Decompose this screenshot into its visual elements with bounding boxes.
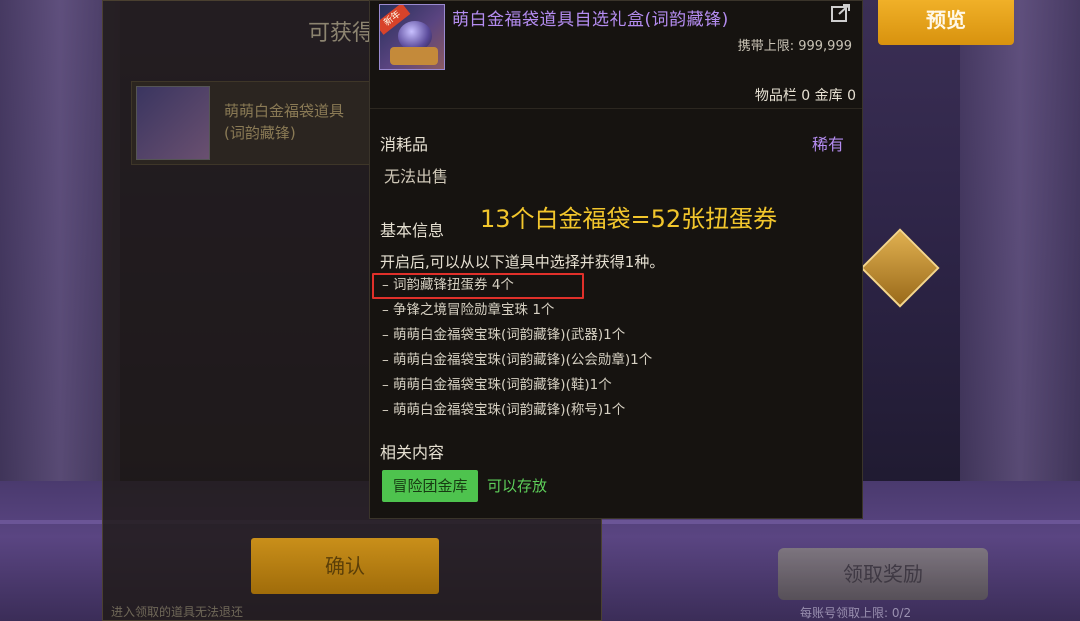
list-item: – 争锋之境冒险勋章宝珠 1个	[382, 302, 555, 318]
related-heading: 相关内容	[380, 443, 445, 462]
dialog-footnote: 进入领取的道具无法退还	[111, 605, 244, 619]
account-vault-tag[interactable]: 冒险团金库	[382, 470, 478, 502]
list-item: – 萌萌白金福袋宝珠(词韵藏锋)(鞋)1个	[382, 377, 612, 393]
external-link-icon[interactable]	[828, 3, 854, 25]
claim-limit-note: 每账号领取上限: 0/2	[800, 606, 912, 620]
reward-item-thumbnail-icon	[136, 86, 210, 160]
item-description: 开启后,可以从以下道具中选择并获得1种。	[380, 253, 665, 271]
tooltip-header: 新年 萌白金福袋道具自选礼盒(词韵藏锋) 携带上限: 999,999 物品栏 0…	[370, 1, 862, 109]
item-type: 消耗品	[380, 135, 429, 154]
list-item: – 萌萌白金福袋宝珠(词韵藏锋)(公会勋章)1个	[382, 352, 653, 368]
list-item: – 萌萌白金福袋宝珠(词韵藏锋)(称号)1个	[382, 402, 626, 418]
claim-reward-button[interactable]: 领取奖励	[778, 548, 988, 600]
preview-button[interactable]: 预览	[878, 0, 1014, 45]
confirm-button[interactable]: 确认	[251, 538, 439, 594]
exchange-annotation: 13个白金福袋=52张扭蛋券	[480, 205, 778, 233]
trade-status: 无法出售	[384, 167, 449, 186]
item-rarity: 稀有	[811, 135, 844, 154]
reward-item-subtitle: (词韵藏锋)	[224, 124, 296, 142]
background-pillar-right	[960, 0, 1080, 520]
item-title: 萌白金福袋道具自选礼盒(词韵藏锋)	[452, 10, 729, 30]
list-item: – 萌萌白金福袋宝珠(词韵藏锋)(武器)1个	[382, 327, 626, 343]
carry-limit: 携带上限: 999,999	[737, 39, 852, 54]
item-icon: 新年	[379, 4, 445, 70]
basic-info-heading: 基本信息	[380, 221, 445, 240]
highlight-box	[372, 273, 584, 299]
item-base-graphic	[390, 47, 438, 65]
storable-note: 可以存放	[487, 477, 548, 495]
storage-count: 物品栏 0 金库 0	[754, 88, 856, 104]
reward-item-name: 萌萌白金福袋道具	[224, 102, 345, 120]
item-tooltip: 新年 萌白金福袋道具自选礼盒(词韵藏锋) 携带上限: 999,999 物品栏 0…	[369, 0, 863, 519]
